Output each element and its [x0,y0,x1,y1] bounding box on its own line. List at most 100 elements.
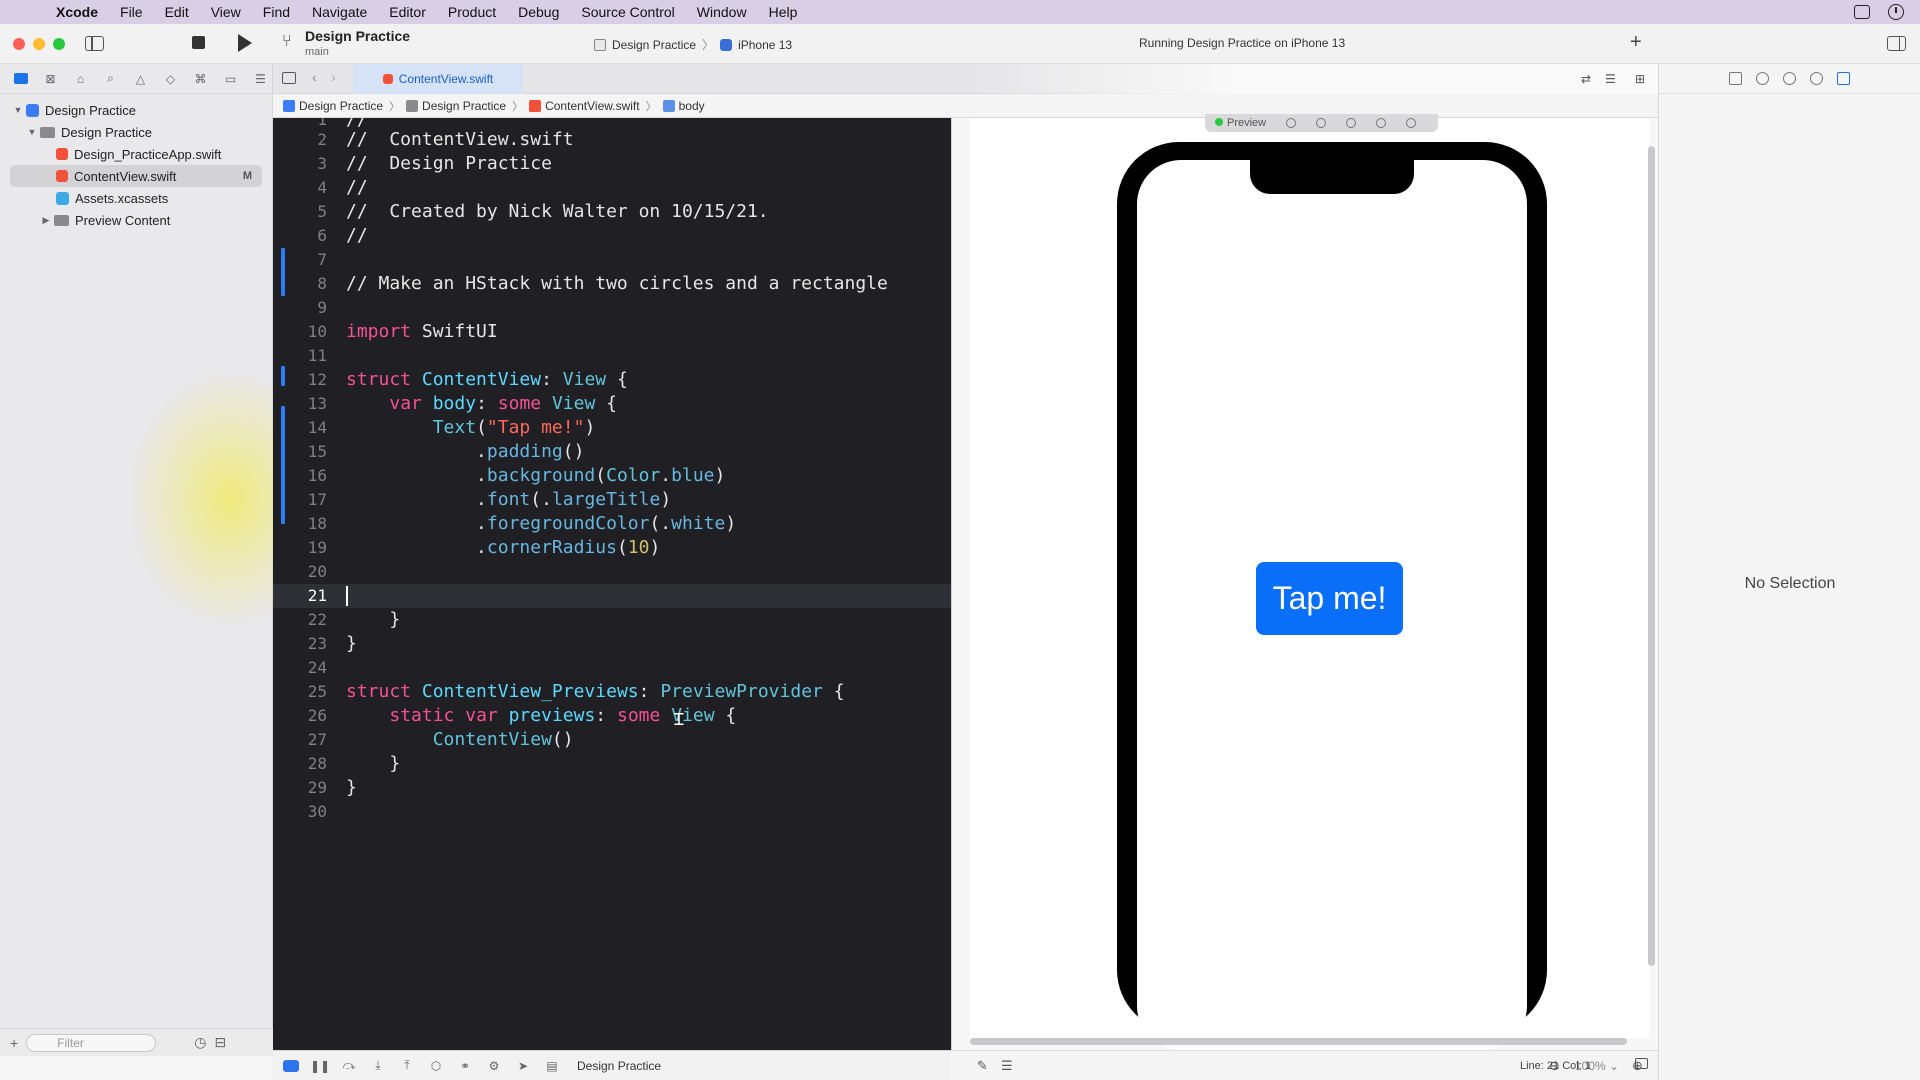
debug-navigator-icon[interactable]: ⌘ [190,72,211,86]
chevron-right-icon[interactable]: ▶ [40,215,52,226]
issue-navigator-icon[interactable]: △ [130,72,151,86]
code-line: 11 [307,346,327,365]
control-center-icon[interactable] [1854,5,1870,19]
accessibility-inspector-icon[interactable] [1810,72,1823,85]
zoom-window-button[interactable] [53,38,65,50]
quick-help-icon[interactable] [1783,72,1796,85]
step-over-icon[interactable]: ⤼ [341,1058,357,1072]
chevron-right-icon: 〉 [512,100,524,113]
pause-icon[interactable]: ❚❚ [310,1059,330,1073]
file-inspector-icon[interactable] [1729,72,1742,85]
find-navigator-icon[interactable]: ⌕ [100,71,121,86]
test-navigator-icon[interactable]: ◇ [160,72,181,86]
device-settings-icon[interactable] [1346,118,1357,128]
source-editor[interactable]: 1// 2// ContentView.swift 3// Design Pra… [273,118,951,1050]
tree-item-preview-content[interactable]: ▶ Preview Content [0,209,272,231]
inspector-toggle-icon[interactable] [1887,36,1906,51]
menu-view[interactable]: View [200,0,252,24]
vertical-scrollbar[interactable] [1648,146,1655,966]
scheme-selector[interactable]: Design Practice 〉 iPhone 13 [594,36,792,53]
project-navigator-icon[interactable] [10,72,31,86]
pin-icon[interactable]: ✎ [977,1058,988,1074]
horizontal-scrollbar[interactable] [970,1038,1627,1045]
tab-contentview[interactable]: ContentView.swift [353,64,523,94]
recent-files-icon[interactable]: ◷ [194,1034,206,1051]
history-inspector-icon[interactable] [1756,72,1769,85]
source-control-icon[interactable]: ⊠ [40,72,61,86]
environment-overrides-icon[interactable]: ⚙ [486,1059,502,1073]
menu-help[interactable]: Help [758,0,809,24]
menu-navigate[interactable]: Navigate [301,0,378,24]
simulate-location-icon[interactable]: ➤ [515,1059,531,1073]
folder-icon [54,214,69,226]
menu-find[interactable]: Find [252,0,301,24]
menu-edit[interactable]: Edit [154,0,200,24]
menu-file[interactable]: File [109,0,154,24]
sidebar-toggle-icon[interactable] [85,36,104,51]
jumpbar-symbol[interactable]: body [662,99,705,113]
tree-item-project[interactable]: ▼ Design Practice [0,99,272,121]
symbol-navigator-icon[interactable]: ⌂ [70,72,91,86]
filter-options-icon[interactable]: ⊟ [214,1034,226,1051]
scheme-icon [594,38,606,51]
tree-item-label: Design_PracticeApp.swift [74,146,222,162]
tree-item-assets[interactable]: Assets.xcassets [0,187,272,209]
close-window-button[interactable] [13,38,25,50]
chevron-right-icon: 〉 [645,100,657,113]
debug-area-icon[interactable] [1635,1058,1648,1069]
jumpbar-project[interactable]: Design Practice [283,99,383,113]
menu-source-control[interactable]: Source Control [570,0,685,24]
tap-me-button[interactable]: Tap me! [1256,562,1403,635]
report-navigator-icon[interactable]: ☰ [250,72,271,86]
run-button[interactable] [238,34,252,52]
stop-button[interactable] [192,36,205,49]
minimize-window-button[interactable] [33,38,45,50]
selectable-mode-icon[interactable]: ☰ [1001,1058,1013,1074]
tree-item-contentview[interactable]: ContentView.swift M [10,165,262,187]
attributes-inspector-icon[interactable] [1837,72,1850,85]
menu-window[interactable]: Window [686,0,758,24]
phone-notch [1250,160,1414,194]
breakpoint-navigator-icon[interactable]: ▭ [220,72,241,86]
view-hierarchy-icon[interactable]: ⬡ [428,1059,444,1073]
add-editor-icon[interactable]: ⊞ [1635,72,1645,86]
project-icon [283,99,295,112]
chevron-down-icon[interactable]: ▼ [12,105,24,115]
code-review-icon[interactable]: ⇄ [1581,72,1591,86]
preview-live-label[interactable]: Preview [1215,117,1266,129]
tree-item-app-file[interactable]: Design_PracticeApp.swift [0,143,272,165]
back-arrow-icon[interactable]: ‹ [312,69,317,85]
filter-input[interactable]: Filter [26,1033,157,1052]
code-line: 2// ContentView.swift [317,129,574,150]
duplicate-preview-icon[interactable] [1406,118,1417,128]
step-out-icon[interactable]: ⤒ [399,1058,415,1072]
live-preview-icon[interactable] [1286,118,1297,128]
current-code-line[interactable]: 21 [273,584,951,608]
add-file-icon[interactable]: + [10,1035,18,1051]
memory-graph-icon[interactable]: ⚭ [457,1059,473,1073]
editor-options-icon[interactable]: ☰ [1605,72,1616,86]
menu-product[interactable]: Product [437,0,507,24]
menu-editor[interactable]: Editor [378,0,437,24]
jumpbar-file[interactable]: ContentView.swift [529,99,640,113]
jumpbar-group[interactable]: Design Practice [406,99,506,113]
add-library-button[interactable]: + [1630,31,1642,54]
chevron-down-icon[interactable]: ▼ [26,127,38,137]
variants-icon[interactable] [1316,118,1327,128]
modified-badge: M [242,170,252,182]
debug-target-label[interactable]: Design Practice [577,1059,661,1073]
step-into-icon[interactable]: ⤓ [370,1058,386,1072]
phone-screen: Tap me! [1137,160,1527,1050]
inspector-panel: No Selection [1658,64,1920,1080]
menu-debug[interactable]: Debug [507,0,570,24]
clock-icon[interactable] [1888,4,1904,20]
related-items-icon[interactable] [282,72,296,84]
tree-item-group[interactable]: ▼ Design Practice [0,121,272,143]
scheme-name[interactable]: Design Practice [612,38,696,52]
inspect-icon[interactable] [1376,118,1387,128]
device-name[interactable]: iPhone 13 [738,38,792,52]
menu-app[interactable]: Xcode [54,0,109,24]
debug-area-toggle-icon[interactable] [283,1059,299,1072]
forward-arrow-icon[interactable]: › [331,69,336,85]
xcode-window: ⑂ Design Practice main Design Practice 〉… [0,24,1920,1080]
